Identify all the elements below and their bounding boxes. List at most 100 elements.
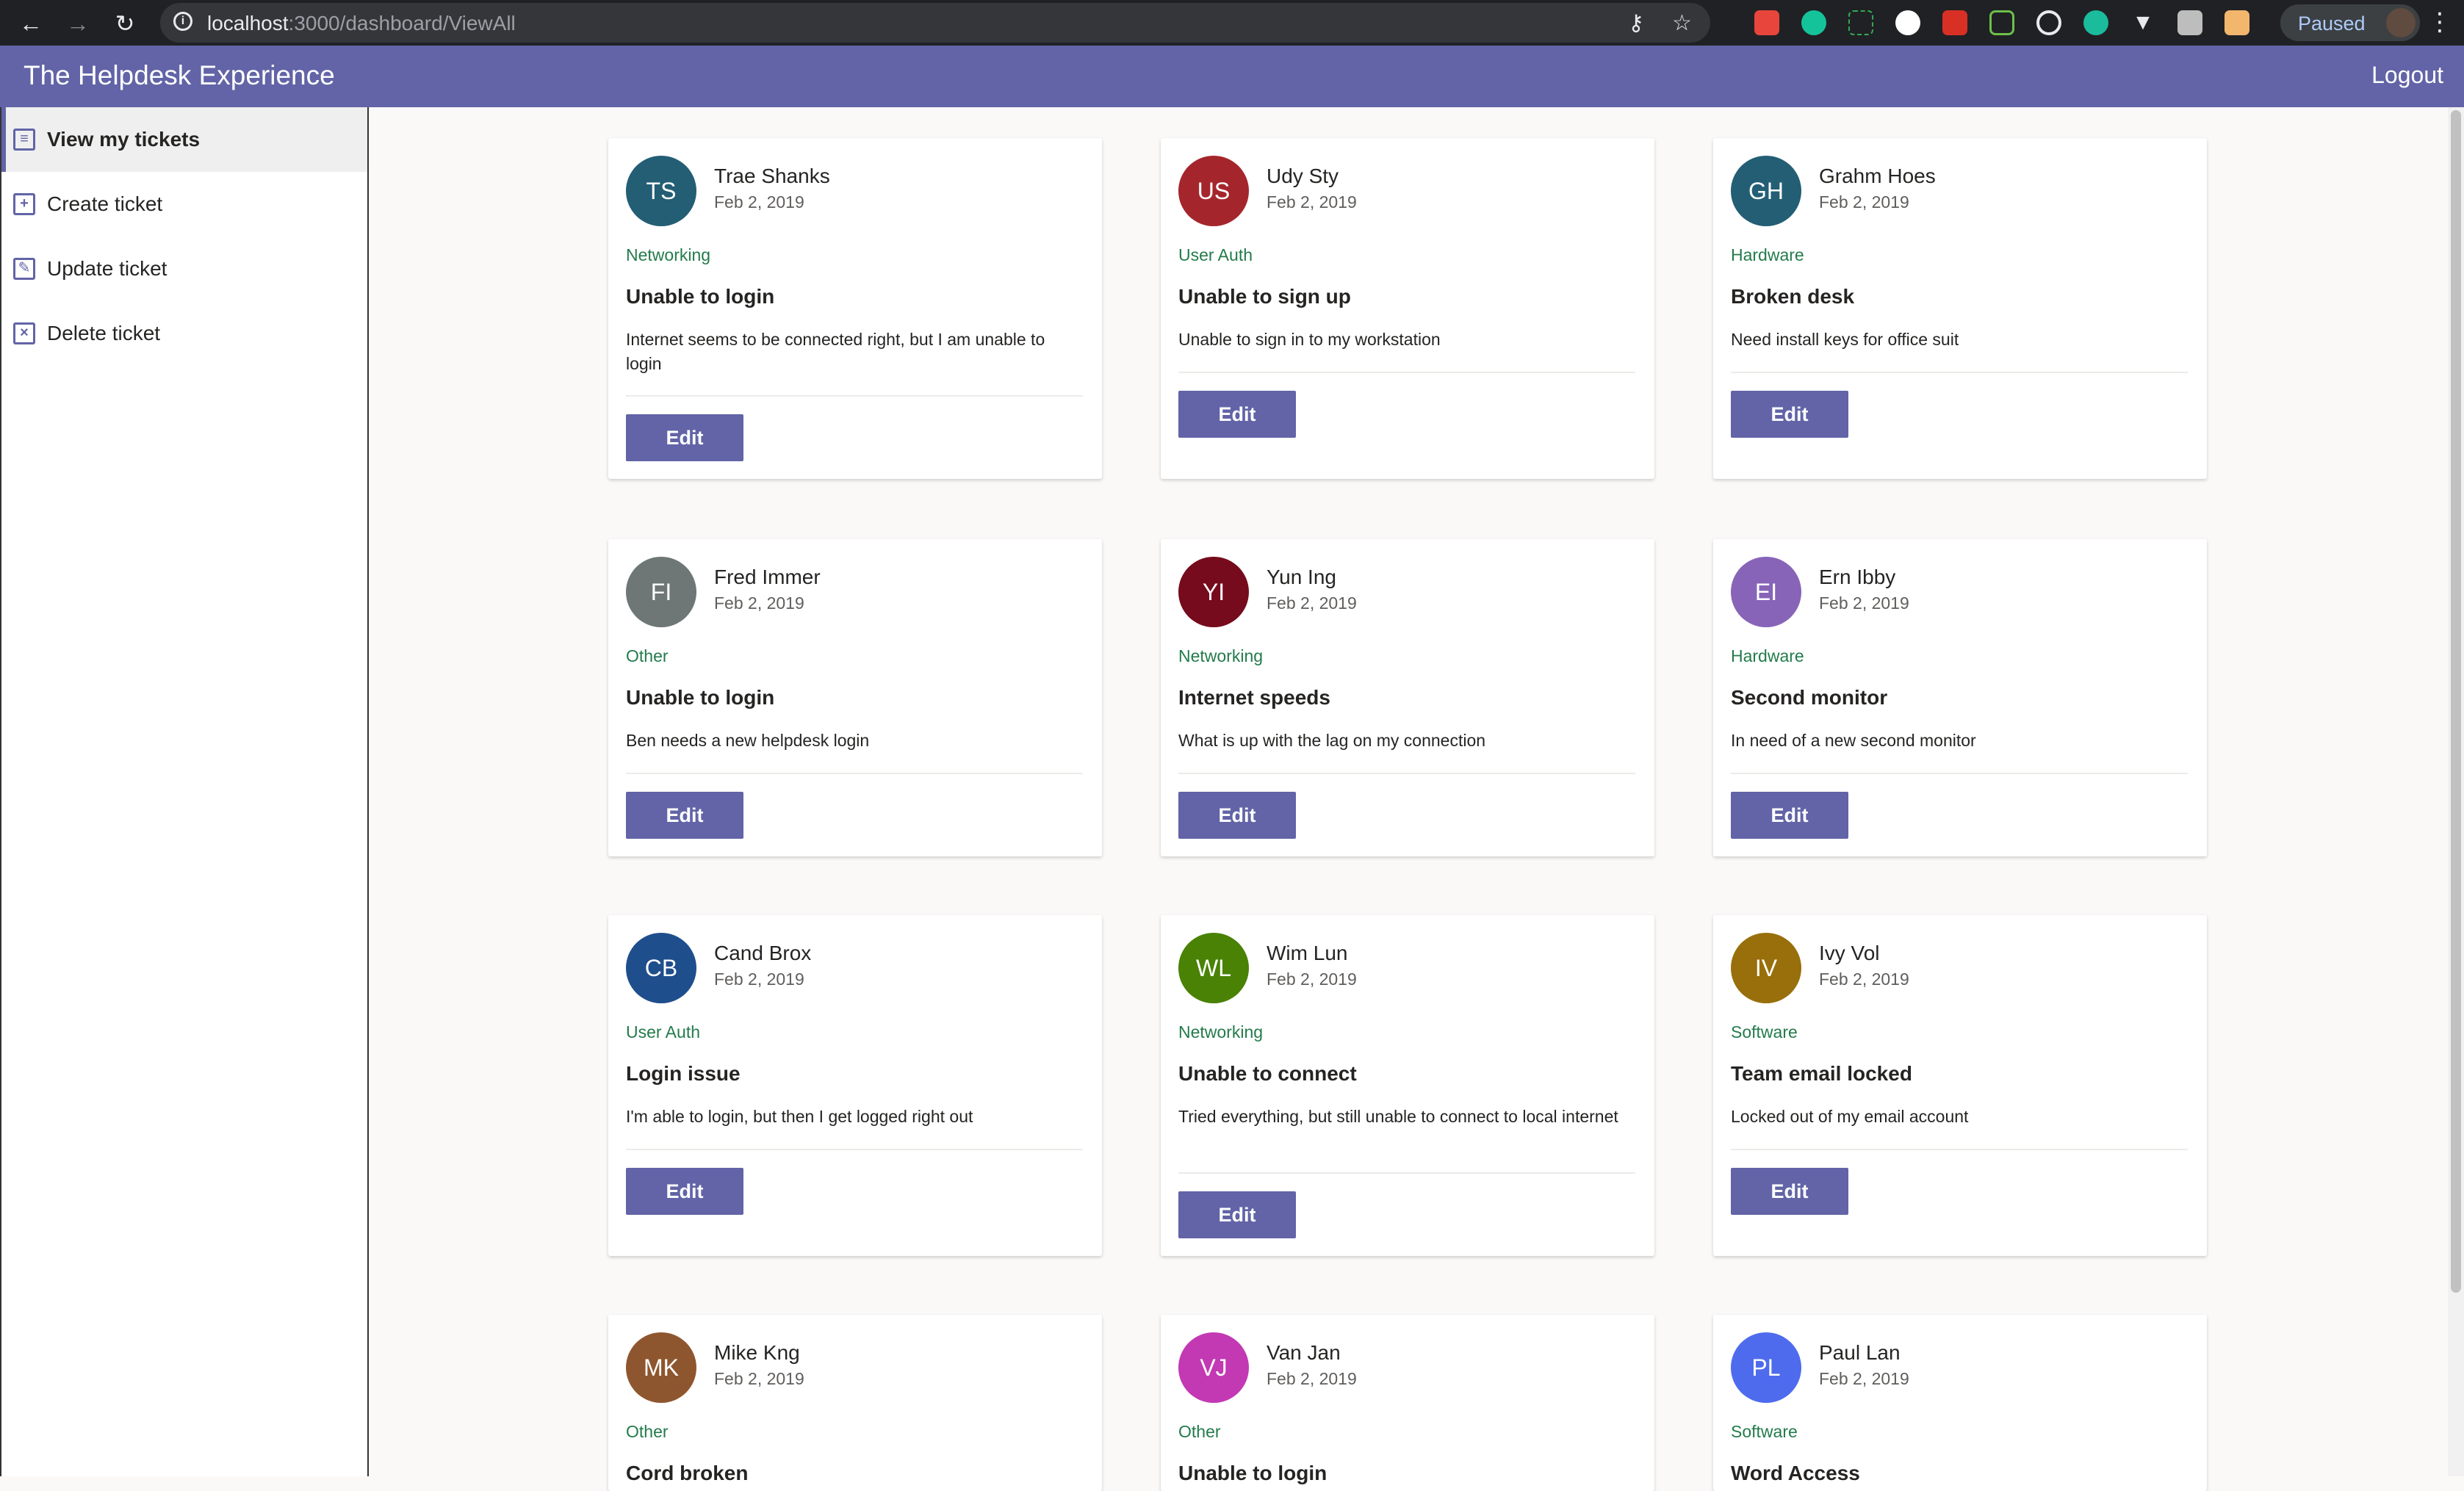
extension-icon[interactable] (1754, 10, 1779, 35)
ticket-title: Login issue (626, 1062, 741, 1085)
ticket-card: GH Grahm Hoes Feb 2, 2019 Hardware Broken de… (1713, 138, 2207, 479)
ticket-description: Unable to sign in to my workstation (1178, 330, 1441, 349)
address-bar[interactable]: i localhost:3000/dashboard/ViewAll ⚷ ☆ (160, 3, 1710, 43)
extension-icon[interactable] (2177, 10, 2202, 35)
sidebar-item-view-tickets[interactable]: ≡ View my tickets (1, 107, 367, 172)
divider (626, 773, 1083, 774)
extension-icon[interactable] (2083, 10, 2108, 35)
ticket-author: Grahm Hoes (1819, 165, 1936, 187)
node-icon[interactable] (1989, 10, 2014, 35)
url-text[interactable]: localhost:3000/dashboard/ViewAll (207, 12, 516, 35)
divider (1178, 773, 1635, 774)
avatar: YI (1178, 557, 1249, 627)
ticket-card: WL Wim Lun Feb 2, 2019 Networking Unable to … (1161, 915, 1654, 1256)
avatar: FI (626, 557, 696, 627)
divider (1178, 1172, 1635, 1174)
ticket-description: Internet seems to be connected right, bu… (626, 330, 1045, 373)
sidebar-item-create-ticket[interactable]: + Create ticket (1, 172, 367, 237)
ticket-date: Feb 2, 2019 (1819, 593, 1909, 613)
grammarly-icon[interactable] (1801, 10, 1826, 35)
ticket-date: Feb 2, 2019 (1819, 970, 1909, 989)
profile-status: Paused (2298, 12, 2366, 35)
edit-button[interactable]: Edit (626, 414, 743, 461)
ticket-title: Cord broken (626, 1462, 749, 1484)
scrollbar-thumb[interactable] (2451, 110, 2461, 1293)
ticket-title: Internet speeds (1178, 686, 1330, 709)
ticket-title: Unable to login (626, 686, 775, 709)
ticket-title: Second monitor (1731, 686, 1888, 709)
ticket-date: Feb 2, 2019 (1819, 192, 1909, 212)
forward-arrow-icon[interactable]: → (63, 9, 93, 38)
plus-square-icon: + (13, 193, 35, 215)
sidebar-item-label: View my tickets (47, 128, 201, 151)
ticket-date: Feb 2, 2019 (714, 970, 804, 989)
ticket-card: IV Ivy Vol Feb 2, 2019 Software Team email l… (1713, 915, 2207, 1256)
ticket-title: Team email locked (1731, 1062, 1912, 1085)
ticket-category: Software (1731, 1022, 1798, 1041)
profile-button[interactable]: Paused (2280, 4, 2420, 41)
divider (626, 1149, 1083, 1150)
avatar (2386, 8, 2416, 37)
edit-button[interactable]: Edit (626, 1168, 743, 1215)
ticket-card: US Udy Sty Feb 2, 2019 User Auth Unable to s… (1161, 138, 1654, 479)
edit-button[interactable]: Edit (1178, 792, 1296, 839)
edit-button[interactable]: Edit (1178, 1191, 1296, 1238)
ticket-title: Broken desk (1731, 285, 1855, 308)
app-title: The Helpdesk Experience (24, 60, 335, 90)
ticket-description: What is up with the lag on my connection (1178, 731, 1486, 750)
reload-icon[interactable]: ↻ (110, 9, 140, 38)
edit-button[interactable]: Edit (1731, 391, 1848, 438)
ticket-card: VJ Van Jan Feb 2, 2019 Other Unable to login (1161, 1315, 1654, 1491)
ticket-category: User Auth (626, 1022, 700, 1041)
ticket-card: YI Yun Ing Feb 2, 2019 Networking Internet s… (1161, 539, 1654, 856)
avatar: TS (626, 156, 696, 226)
divider (1178, 372, 1635, 373)
edit-button[interactable]: Edit (1178, 391, 1296, 438)
ticket-card: FI Fred Immer Feb 2, 2019 Other Unable to lo… (608, 539, 1102, 856)
edit-button[interactable]: Edit (1731, 792, 1848, 839)
avatar: VJ (1178, 1332, 1249, 1403)
ticket-date: Feb 2, 2019 (1267, 970, 1357, 989)
avatar: IV (1731, 933, 1801, 1003)
ticket-description: Ben needs a new helpdesk login (626, 731, 870, 750)
sidebar-item-delete-ticket[interactable]: × Delete ticket (1, 301, 367, 366)
info-icon[interactable]: i (173, 12, 192, 31)
ticket-author: Fred Immer (714, 566, 821, 588)
extension-icon[interactable] (2225, 10, 2249, 35)
logout-button[interactable]: Logout (2371, 62, 2443, 89)
extension-icon[interactable] (1942, 10, 1967, 35)
sidebar-item-update-ticket[interactable]: ✎ Update ticket (1, 237, 367, 301)
avatar: PL (1731, 1332, 1801, 1403)
ticket-author: Udy Sty (1267, 165, 1339, 187)
edit-icon: ✎ (13, 258, 35, 280)
ticket-author: Mike Kng (714, 1341, 800, 1364)
ticket-author: Ern Ibby (1819, 566, 1896, 588)
ticket-category: Other (626, 1422, 669, 1441)
ticket-title: Unable to sign up (1178, 285, 1351, 308)
back-arrow-icon[interactable]: ← (16, 9, 46, 38)
ticket-description: Need install keys for office suit (1731, 330, 1959, 349)
divider (626, 395, 1083, 397)
edit-button[interactable]: Edit (1731, 1168, 1848, 1215)
ticket-date: Feb 2, 2019 (1267, 593, 1357, 613)
star-icon[interactable]: ☆ (1672, 10, 1692, 36)
ticket-author: Cand Brox (714, 942, 812, 964)
screenshot-icon[interactable] (1848, 10, 1873, 35)
ticket-description: In need of a new second monitor (1731, 731, 1976, 750)
ticket-author: Trae Shanks (714, 165, 830, 187)
ticket-author: Van Jan (1267, 1341, 1341, 1364)
ticket-author: Yun Ing (1267, 566, 1336, 588)
scrollbar[interactable] (2448, 107, 2464, 1476)
vue-icon[interactable]: ▼ (2130, 10, 2155, 35)
ticket-card: MK Mike Kng Feb 2, 2019 Other Cord broken (608, 1315, 1102, 1491)
ticket-date: Feb 2, 2019 (714, 1369, 804, 1388)
menu-icon[interactable]: ⋮ (2427, 7, 2452, 37)
ticket-card: EI Ern Ibby Feb 2, 2019 Hardware Second moni… (1713, 539, 2207, 856)
ticket-card: TS Trae Shanks Feb 2, 2019 Networking Unable… (608, 138, 1102, 479)
extension-icon[interactable] (1895, 10, 1920, 35)
target-icon[interactable] (2036, 10, 2061, 35)
ticket-category: Networking (1178, 1022, 1264, 1041)
key-icon[interactable]: ⚷ (1628, 10, 1644, 36)
ticket-author: Paul Lan (1819, 1341, 1901, 1364)
edit-button[interactable]: Edit (626, 792, 743, 839)
